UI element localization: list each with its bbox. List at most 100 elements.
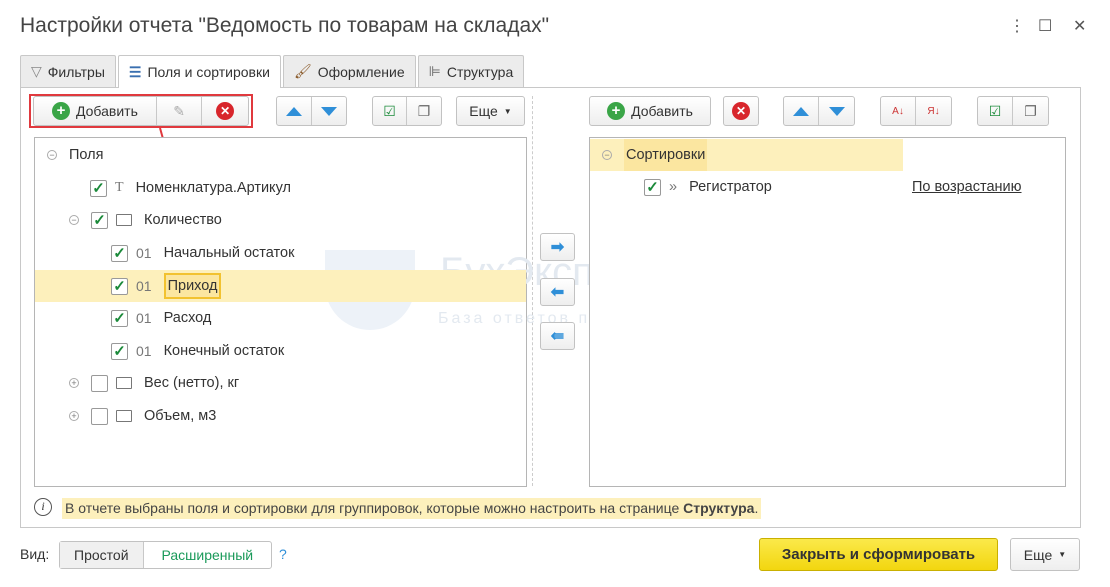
check-all-button[interactable]: ☑ <box>978 97 1014 125</box>
folder-icon <box>116 214 132 226</box>
delete-icon: ✕ <box>216 102 235 120</box>
fields-tree[interactable]: БухЭксперт База ответов по учёту в 1С − П… <box>34 137 715 487</box>
sort-ascending-button[interactable]: A↓ <box>881 97 917 125</box>
item-label: Начальный остаток <box>163 245 295 261</box>
tab-appearance[interactable]: 🖌 Оформление <box>282 55 416 87</box>
tree-item[interactable]: − ✓ Количество <box>35 204 526 236</box>
structure-link[interactable]: Структура <box>683 500 754 516</box>
add-button[interactable]: + Добавить <box>34 97 157 125</box>
tree-item[interactable]: + Объем, м3 <box>35 400 526 432</box>
item-label: Расход <box>163 310 212 326</box>
add-edit-delete-group: + Добавить ✎ ✕ <box>33 96 249 126</box>
close-and-generate-button[interactable]: Закрыть и сформировать <box>759 538 998 571</box>
text-type-icon: T <box>115 180 124 195</box>
check-all-icon: ☑ <box>988 102 1002 119</box>
checkbox[interactable]: ✓ <box>644 178 661 196</box>
maximize-icon[interactable]: ☐ <box>1038 16 1052 36</box>
check-all-button[interactable]: ☑ <box>373 97 408 125</box>
tab-structure[interactable]: ⊫ Структура <box>417 55 525 87</box>
item-label: Вес (нетто), кг <box>144 375 240 391</box>
more-label: Еще <box>1023 546 1053 563</box>
item-label: Номенклатура.Артикул <box>135 180 291 196</box>
remove-sort-button[interactable]: ⬅ <box>540 278 575 306</box>
plus-icon: + <box>607 102 626 120</box>
sort-tree[interactable]: − Сортировки ✓ » Регистратор По возрастанию <box>589 137 1066 487</box>
more-icon[interactable]: ⋮ <box>1009 16 1025 36</box>
view-simple-button[interactable]: Простой <box>60 542 144 568</box>
uncheck-all-icon: ❐ <box>417 102 431 119</box>
sort-direction-link[interactable]: По возрастанию <box>912 179 1022 195</box>
fields-icon: ☰ <box>128 63 142 80</box>
item-label: Регистратор <box>689 179 772 195</box>
sort-field-icon: » <box>669 179 678 195</box>
tree-item[interactable]: ✓ 01 Расход <box>35 302 526 334</box>
help-link[interactable]: ? <box>279 546 287 562</box>
tree-item[interactable]: + Вес (нетто), кг <box>35 367 526 399</box>
info-end: . <box>754 500 759 516</box>
tree-root-label: Поля <box>69 147 104 163</box>
sort-root[interactable]: − Сортировки <box>590 139 903 171</box>
checkbox[interactable]: ✓ <box>91 211 108 229</box>
sort-move-group <box>783 96 855 126</box>
structure-icon: ⊫ <box>428 63 441 79</box>
view-extended-button[interactable]: Расширенный <box>144 542 271 568</box>
info-text: В отчете выбраны поля и сортировки для г… <box>62 498 762 519</box>
pencil-icon: ✎ <box>173 102 185 119</box>
brush-icon: 🖌 <box>293 63 312 79</box>
more-button[interactable]: Еще ▼ <box>456 96 525 126</box>
sort-move-up-button[interactable] <box>784 97 820 125</box>
arrow-up-icon <box>285 106 302 116</box>
tab-filters[interactable]: ▽ Фильтры <box>20 55 116 87</box>
tree-item-selected[interactable]: ✓ 01 Приход <box>35 270 526 302</box>
collapse-icon: − <box>47 150 57 160</box>
tree-root[interactable]: − Поля <box>35 139 526 171</box>
move-down-button[interactable] <box>312 97 347 125</box>
move-group <box>276 96 347 126</box>
checkbox[interactable]: ✓ <box>111 309 128 327</box>
sort-delete-button[interactable]: ✕ <box>723 96 759 126</box>
tree-item[interactable]: ✓ 01 Конечный остаток <box>35 335 526 367</box>
checkbox[interactable]: ✓ <box>90 179 107 197</box>
sort-move-down-button[interactable] <box>819 97 854 125</box>
arrow-down-icon <box>828 106 845 116</box>
uncheck-all-button[interactable]: ❐ <box>1013 97 1048 125</box>
simple-label: Простой <box>74 547 129 563</box>
tab-fields-sorting[interactable]: ☰ Поля и сортировки <box>117 55 281 88</box>
folder-icon <box>116 377 132 389</box>
tab-bar: ▽ Фильтры ☰ Поля и сортировки 🖌 Оформление … <box>20 55 526 88</box>
item-label: Объем, м3 <box>144 408 217 424</box>
sort-check-group: ☑ ❐ <box>977 96 1049 126</box>
checkbox[interactable]: ✓ <box>111 342 128 360</box>
checkbox[interactable]: ✓ <box>111 277 128 295</box>
sort-add-button[interactable]: + Добавить <box>589 96 711 126</box>
view-label: Вид: <box>20 546 50 562</box>
collapse-icon: − <box>602 150 612 160</box>
remove-all-sort-button[interactable]: ⇚ <box>540 322 575 350</box>
filter-icon: ▽ <box>31 63 42 79</box>
sort-descending-icon: Я↓ <box>927 105 940 117</box>
sort-descending-button[interactable]: Я↓ <box>916 97 951 125</box>
arrow-right-icon: ➡ <box>550 239 565 256</box>
uncheck-all-icon: ❐ <box>1024 102 1037 119</box>
uncheck-all-button[interactable]: ❐ <box>407 97 441 125</box>
tree-item[interactable]: ✓ 01 Начальный остаток <box>35 237 526 269</box>
add-label: Добавить <box>75 103 138 119</box>
checkbox[interactable] <box>91 374 108 392</box>
checkbox[interactable]: ✓ <box>111 244 128 262</box>
footer-more-button[interactable]: Еще ▼ <box>1010 538 1080 571</box>
close-icon[interactable]: ✕ <box>1073 16 1086 36</box>
delete-icon: ✕ <box>732 102 750 120</box>
window-title: Настройки отчета "Ведомость по товарам н… <box>20 14 550 37</box>
tree-item[interactable]: ✓ T Номенклатура.Артикул <box>35 172 526 204</box>
collapse-icon: − <box>69 215 79 225</box>
edit-button[interactable]: ✎ <box>157 97 203 125</box>
dropdown-icon: ▼ <box>503 106 512 116</box>
dropdown-icon: ▼ <box>1058 550 1067 559</box>
sort-item[interactable]: ✓ » Регистратор По возрастанию <box>590 171 1065 203</box>
move-up-button[interactable] <box>277 97 312 125</box>
tab-label: Структура <box>446 63 514 80</box>
checkbox[interactable] <box>91 407 108 425</box>
tab-label: Поля и сортировки <box>147 64 270 80</box>
add-field-to-sort-button[interactable]: ➡ <box>540 233 575 261</box>
delete-button[interactable]: ✕ <box>202 97 248 125</box>
